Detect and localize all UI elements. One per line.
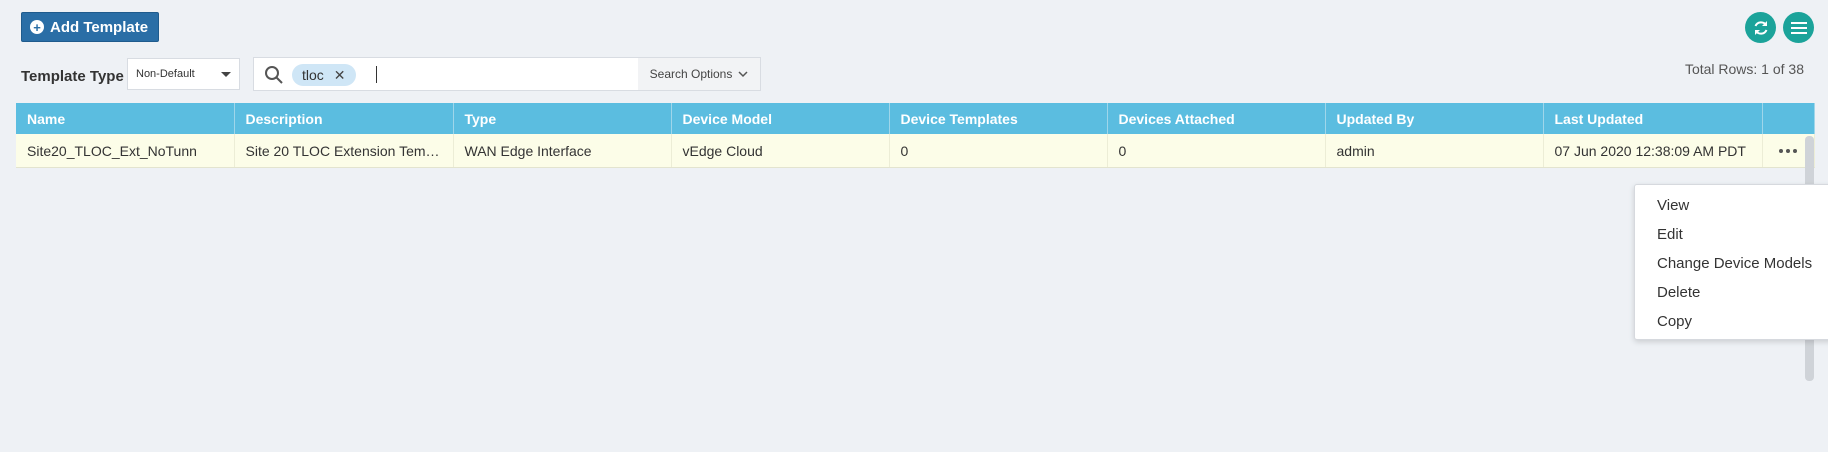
chevron-down-icon xyxy=(221,71,231,77)
search-input-cursor[interactable] xyxy=(376,66,377,83)
chevron-down-icon xyxy=(738,70,748,77)
menu-item-view[interactable]: View xyxy=(1635,191,1828,220)
menu-item-delete[interactable]: Delete xyxy=(1635,278,1828,307)
menu-item-edit[interactable]: Edit xyxy=(1635,220,1828,249)
cell-last-updated: 07 Jun 2020 12:38:09 AM PDT xyxy=(1543,134,1763,168)
search-options-button[interactable]: Search Options xyxy=(638,58,760,90)
column-header-devices-attached[interactable]: Devices Attached xyxy=(1107,103,1326,134)
table-row[interactable]: Site20_TLOC_Ext_NoTunn Site 20 TLOC Exte… xyxy=(16,134,1815,168)
cell-device-model: vEdge Cloud xyxy=(671,134,890,168)
column-header-type[interactable]: Type xyxy=(453,103,672,134)
cell-device-templates: 0 xyxy=(889,134,1108,168)
search-icon xyxy=(265,66,283,84)
menu-item-copy[interactable]: Copy xyxy=(1635,307,1828,336)
refresh-button[interactable] xyxy=(1745,12,1776,43)
search-chip-label: tloc xyxy=(302,67,324,83)
add-template-button[interactable]: + Add Template xyxy=(21,12,160,42)
table-header-row: Name Description Type Device Model Devic… xyxy=(16,103,1815,134)
cell-type: WAN Edge Interface xyxy=(453,134,672,168)
more-options-icon[interactable] xyxy=(1774,148,1803,153)
plus-circle-icon: + xyxy=(30,20,44,34)
menu-button[interactable] xyxy=(1783,12,1814,43)
column-header-device-model[interactable]: Device Model xyxy=(671,103,890,134)
template-type-label: Template Type xyxy=(21,68,124,85)
template-type-select[interactable]: Non-Default xyxy=(127,58,240,90)
column-header-device-templates[interactable]: Device Templates xyxy=(889,103,1108,134)
column-header-actions xyxy=(1762,103,1815,134)
total-rows-count: Total Rows: 1 of 38 xyxy=(1684,61,1804,77)
column-header-last-updated[interactable]: Last Updated xyxy=(1543,103,1763,134)
template-type-value: Non-Default xyxy=(136,68,195,80)
search-options-label: Search Options xyxy=(649,67,733,81)
column-header-updated-by[interactable]: Updated By xyxy=(1325,103,1544,134)
search-bar[interactable]: tloc ✕ Search Options xyxy=(253,57,761,91)
cell-name: Site20_TLOC_Ext_NoTunn xyxy=(16,134,235,168)
templates-table: Name Description Type Device Model Devic… xyxy=(16,103,1815,168)
refresh-icon xyxy=(1754,20,1767,35)
close-icon[interactable]: ✕ xyxy=(334,67,346,84)
cell-updated-by: admin xyxy=(1325,134,1544,168)
cell-devices-attached: 0 xyxy=(1107,134,1326,168)
column-header-name[interactable]: Name xyxy=(16,103,235,134)
row-action-menu: View Edit Change Device Models Delete Co… xyxy=(1634,184,1828,340)
hamburger-menu-icon xyxy=(1790,21,1807,34)
cell-description: Site 20 TLOC Extension Templ... xyxy=(234,134,454,168)
add-template-label: Add Template xyxy=(50,18,149,36)
search-filter-chip[interactable]: tloc ✕ xyxy=(292,64,356,86)
column-header-description[interactable]: Description xyxy=(234,103,454,134)
menu-item-change-device-models[interactable]: Change Device Models xyxy=(1635,249,1828,278)
